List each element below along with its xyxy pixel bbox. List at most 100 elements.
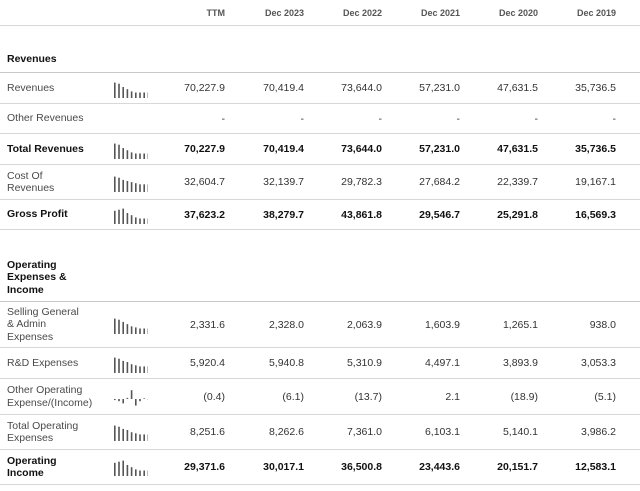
row-label: Total Revenues — [7, 142, 84, 155]
sparkline-chart[interactable] — [112, 315, 148, 335]
sparkline-bar — [118, 319, 120, 334]
table-row[interactable]: Total Operating Expenses 8,251.6 8,262.6… — [0, 415, 640, 450]
table-row[interactable]: Revenues 70,227.9 70,419.4 73,644.0 57,2… — [0, 73, 640, 104]
sparkline-bar — [126, 89, 129, 98]
sparkline-bar — [122, 360, 124, 373]
sparkline-bar — [114, 399, 116, 401]
value-dec-2023: - — [300, 112, 305, 125]
section-header-operating: Operating Expenses & Income — [0, 254, 640, 302]
row-label: Cost Of Revenues — [7, 169, 55, 195]
column-header-dec-2022[interactable]: Dec 2022 — [302, 0, 382, 25]
sparkline-bar — [130, 91, 133, 98]
sparkline-bar — [139, 470, 141, 476]
row-label: Revenues — [7, 81, 55, 94]
sparkline-bar — [135, 399, 137, 406]
column-header-dec-2021[interactable]: Dec 2021 — [380, 0, 460, 25]
row-label: Gross Profit — [7, 208, 68, 221]
sparkline-bar — [114, 82, 116, 98]
value-dec-2019: - — [612, 112, 617, 125]
sparkline-chart[interactable] — [112, 173, 148, 193]
sparkline-chart[interactable] — [112, 205, 148, 225]
table-row[interactable]: R&D Expenses 5,920.4 5,940.8 5,310.9 4,4… — [0, 348, 640, 379]
table-header: TTM Dec 2023 Dec 2022 Dec 2021 Dec 2020 … — [0, 0, 640, 26]
table-row[interactable]: Other Revenues - - - - - - — [0, 104, 640, 134]
value-dec-2019: (5.1) — [594, 390, 616, 403]
sparkline-bar — [139, 92, 141, 98]
column-header-dec-2023[interactable]: Dec 2023 — [224, 0, 304, 25]
sparkline-bar — [135, 183, 137, 192]
value-dec-2023: 32,139.7 — [263, 176, 304, 188]
sparkline-chart[interactable] — [112, 457, 148, 477]
sparkline-bar — [139, 184, 141, 192]
value-dec-2020: 25,291.8 — [497, 208, 538, 221]
column-header-ttm[interactable]: TTM — [145, 0, 226, 25]
sparkline-bar — [114, 357, 116, 373]
sparkline-bar — [139, 399, 141, 402]
value-ttm: 70,227.9 — [184, 143, 225, 155]
sparkline-bar — [114, 143, 116, 159]
sparkline-chart[interactable] — [112, 354, 148, 374]
table-row[interactable]: Total Revenues 70,227.9 70,419.4 73,644.… — [0, 134, 640, 165]
value-dec-2021: 6,103.1 — [424, 426, 460, 438]
sparkline-bar — [126, 465, 129, 476]
value-ttm: 5,920.4 — [189, 357, 225, 369]
sparkline-chart[interactable] — [112, 79, 148, 99]
value-dec-2019: 19,167.1 — [575, 176, 616, 188]
table-row[interactable]: Other Operating Expense/(Income) (0.4) (… — [0, 379, 640, 415]
value-dec-2020: (18.9) — [510, 390, 538, 403]
sparkline-bar — [122, 399, 124, 404]
value-ttm: 32,604.7 — [184, 176, 225, 188]
table-row[interactable]: Selling General & Admin Expenses 2,331.6… — [0, 302, 640, 348]
sparkline-bar — [139, 218, 141, 224]
column-header-dec-2019[interactable]: Dec 2019 — [536, 0, 616, 25]
value-dec-2021: 57,231.0 — [419, 82, 460, 94]
sparkline-bar — [118, 209, 120, 224]
value-dec-2022: 7,361.0 — [346, 426, 382, 438]
sparkline-bar — [122, 428, 124, 441]
sparkline-bar — [126, 150, 129, 159]
sparkline-bar — [118, 399, 120, 402]
sparkline-bar — [135, 469, 137, 476]
value-dec-2021: 57,231.0 — [419, 143, 460, 155]
sparkline-chart[interactable] — [112, 140, 148, 160]
sparkline-bar — [118, 426, 120, 441]
sparkline-bar — [130, 432, 133, 441]
value-dec-2020: 5,140.1 — [502, 426, 538, 438]
value-dec-2023: (6.1) — [282, 390, 304, 403]
sparkline-bar — [122, 321, 124, 334]
sparkline-chart[interactable] — [112, 387, 148, 407]
sparkline-bar — [114, 462, 116, 476]
value-ttm: 8,251.6 — [189, 426, 225, 438]
sparkline-bar — [126, 430, 129, 441]
sparkline-bar — [130, 152, 133, 159]
value-dec-2019: 12,583.1 — [575, 461, 616, 473]
table-row[interactable]: Gross Profit 37,623.2 38,279.7 43,861.8 … — [0, 200, 640, 230]
sparkline-bar — [118, 144, 120, 159]
value-dec-2020: 47,631.5 — [497, 143, 538, 155]
sparkline-bar — [135, 433, 137, 441]
value-dec-2019: 3,986.2 — [580, 426, 616, 438]
value-dec-2022: - — [378, 112, 383, 125]
value-dec-2020: 47,631.5 — [497, 82, 538, 94]
sparkline-bar — [135, 365, 137, 373]
section-header-revenues: Revenues — [0, 47, 640, 73]
value-ttm: 2,331.6 — [189, 318, 225, 331]
sparkline-chart[interactable] — [112, 422, 148, 442]
table-row[interactable]: Operating Income 29,371.6 30,017.1 36,50… — [0, 450, 640, 485]
value-dec-2020: - — [534, 112, 539, 125]
sparkline-bar — [139, 153, 141, 159]
section-title: Operating Expenses & Income — [7, 258, 67, 296]
sparkline-bar — [139, 434, 141, 441]
value-dec-2022: 5,310.9 — [346, 357, 382, 369]
table-row[interactable]: Cost Of Revenues 32,604.7 32,139.7 29,78… — [0, 165, 640, 200]
sparkline-bar — [122, 460, 124, 476]
value-ttm: (0.4) — [203, 390, 225, 403]
sparkline-bar — [130, 390, 133, 399]
sparkline-bar — [139, 328, 141, 334]
value-dec-2019: 938.0 — [589, 318, 616, 331]
sparkline-bar — [130, 182, 133, 192]
value-ttm: 70,227.9 — [184, 82, 225, 94]
sparkline-bar — [114, 318, 116, 334]
column-header-dec-2020[interactable]: Dec 2020 — [458, 0, 538, 25]
sparkline-bar — [126, 213, 129, 224]
